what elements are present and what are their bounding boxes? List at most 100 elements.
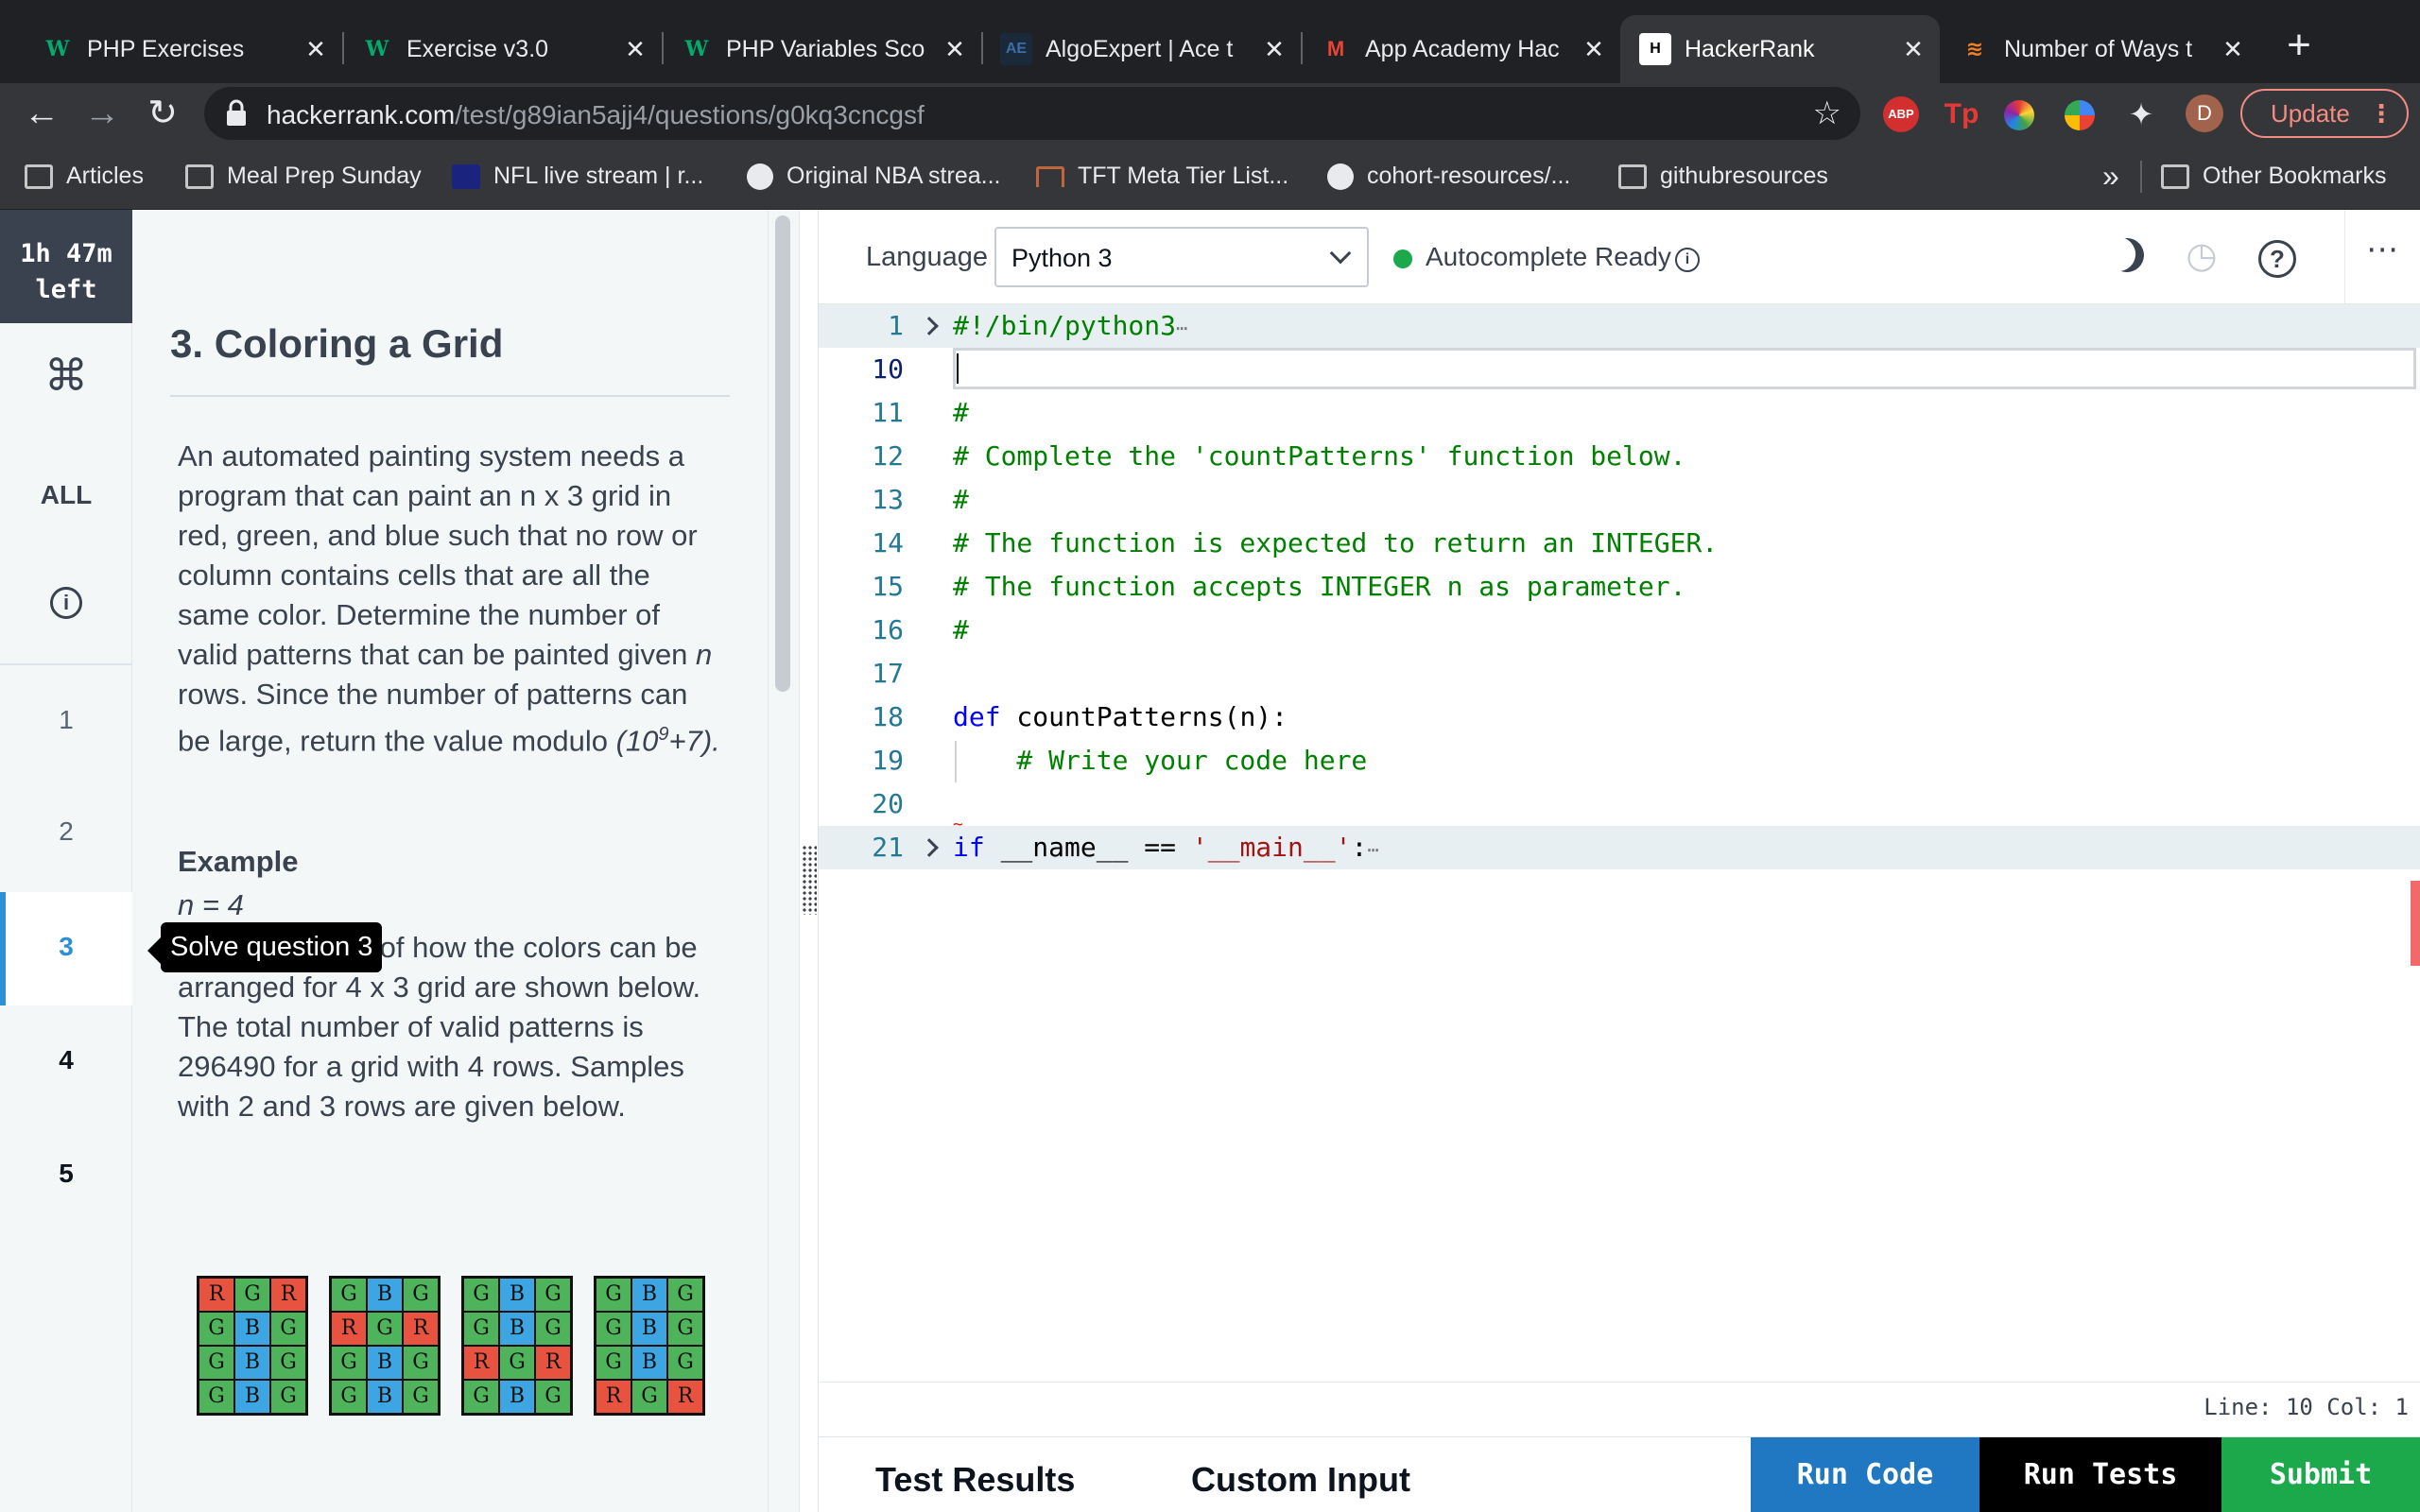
grid-cell: B bbox=[631, 1312, 667, 1346]
tab-custom-input[interactable]: Custom Input bbox=[1191, 1460, 1410, 1500]
bookmark-tft[interactable]: TFT Meta Tier List... bbox=[1036, 163, 1288, 190]
grid-cell: G bbox=[403, 1380, 439, 1414]
grid-cell: B bbox=[234, 1312, 270, 1346]
title-divider bbox=[170, 395, 730, 397]
more-options-button[interactable]: ⋯ bbox=[2344, 210, 2420, 304]
grid-cell: R bbox=[331, 1312, 367, 1346]
bookmark-nba[interactable]: Original NBA strea... bbox=[747, 163, 1000, 190]
bookmark-star-icon[interactable]: ☆ bbox=[1813, 94, 1841, 132]
puzzle-icon[interactable]: ✦ bbox=[2123, 96, 2159, 132]
address-bar[interactable]: hackerrank.com/test/g89ian5ajj4/question… bbox=[204, 87, 1860, 140]
bookmarks-overflow-icon[interactable]: » bbox=[2102, 159, 2119, 194]
tab-hackerrank[interactable]: H HackerRank ✕ bbox=[1620, 15, 1940, 83]
tab-title: AlgoExpert | Ace t bbox=[1046, 35, 1234, 62]
w3schools-icon: W bbox=[684, 37, 709, 61]
tab-algoexpert[interactable]: AE AlgoExpert | Ace t ✕ bbox=[981, 15, 1301, 83]
tab-number-of-ways[interactable]: ≋ Number of Ways t ✕ bbox=[1940, 15, 2259, 83]
reload-icon[interactable]: ↻ bbox=[138, 89, 187, 138]
adblock-icon[interactable]: ABP bbox=[1883, 96, 1919, 132]
grid-cell: G bbox=[331, 1346, 367, 1380]
info-icon[interactable]: i bbox=[1675, 248, 1700, 272]
tab-exercise[interactable]: W Exercise v3.0 ✕ bbox=[342, 15, 662, 83]
grid-cell: G bbox=[199, 1380, 234, 1414]
line-number: 12 bbox=[872, 440, 904, 472]
browser-toolbar: ← → ↻ hackerrank.com/test/g89ian5ajj4/qu… bbox=[0, 83, 2420, 144]
grid-cell: G bbox=[631, 1380, 667, 1414]
folder-icon bbox=[185, 163, 214, 189]
close-icon[interactable]: ✕ bbox=[942, 35, 968, 64]
line-number: 16 bbox=[872, 614, 904, 645]
question-link-1[interactable]: 1 bbox=[0, 705, 132, 735]
bookmark-githubresources[interactable]: githubresources bbox=[1618, 163, 1828, 190]
close-icon[interactable]: ✕ bbox=[622, 35, 648, 64]
scrollbar-thumb[interactable] bbox=[775, 215, 790, 692]
example-grid: GBGGBGRGRGBG bbox=[461, 1276, 573, 1416]
question-link-2[interactable]: 2 bbox=[0, 816, 132, 847]
folder-icon bbox=[25, 163, 53, 189]
close-icon[interactable]: ✕ bbox=[1900, 35, 1927, 64]
pane-splitter[interactable] bbox=[800, 210, 819, 1512]
grid-cell: B bbox=[499, 1380, 535, 1414]
grid-cell: G bbox=[667, 1346, 703, 1380]
grid-cell: R bbox=[667, 1380, 703, 1414]
timer-suffix: left bbox=[35, 275, 97, 304]
grid-cell: G bbox=[596, 1278, 631, 1312]
code-line: # bbox=[953, 614, 969, 645]
folded-ellipsis-icon[interactable]: ⋯ bbox=[1176, 317, 1187, 339]
color-wheel-icon[interactable] bbox=[2004, 100, 2034, 130]
code-editor[interactable]: 1 #!/bin/python3⋯ 10 11 # 12 # Complete … bbox=[819, 304, 2420, 1382]
current-line-highlight bbox=[953, 348, 2416, 389]
tab-php-exercises[interactable]: W PHP Exercises ✕ bbox=[23, 15, 342, 83]
help-icon[interactable]: ? bbox=[2256, 234, 2299, 278]
grid-cell: G bbox=[463, 1380, 499, 1414]
moon-icon[interactable] bbox=[2104, 234, 2148, 278]
question-link-3[interactable]: 3 bbox=[0, 932, 132, 962]
code-line: # Write your code here bbox=[953, 745, 1368, 776]
grid-cell: G bbox=[270, 1380, 306, 1414]
forward-arrow-icon[interactable]: → bbox=[78, 89, 127, 138]
run-code-button[interactable]: Run Code bbox=[1751, 1437, 1979, 1512]
nav-divider bbox=[0, 663, 132, 665]
bookmark-cohort[interactable]: cohort-resources/... bbox=[1327, 163, 1570, 190]
profile-avatar[interactable]: D bbox=[2186, 94, 2223, 132]
folder-icon bbox=[2161, 163, 2189, 189]
extension-grid-icon[interactable] bbox=[2065, 100, 2095, 130]
update-button[interactable]: Update ⋮ bbox=[2240, 89, 2409, 138]
run-tests-button[interactable]: Run Tests bbox=[1979, 1437, 2221, 1512]
history-icon[interactable]: ◷ bbox=[2180, 234, 2223, 278]
submit-button[interactable]: Submit bbox=[2221, 1437, 2420, 1512]
all-questions-link[interactable]: ALL bbox=[0, 480, 132, 510]
close-icon[interactable]: ✕ bbox=[302, 35, 329, 64]
grid-cell: G bbox=[199, 1346, 234, 1380]
command-icon[interactable]: ⌘ bbox=[0, 350, 132, 401]
language-select[interactable]: Python 3 bbox=[994, 227, 1369, 287]
question-link-5[interactable]: 5 bbox=[0, 1159, 132, 1189]
grid-cell: B bbox=[631, 1346, 667, 1380]
line-number: 13 bbox=[872, 484, 904, 515]
tooltip: Solve question 3 bbox=[147, 922, 383, 972]
tab-app-academy[interactable]: M App Academy Hac ✕ bbox=[1301, 15, 1620, 83]
info-icon[interactable]: i bbox=[0, 586, 132, 619]
close-icon[interactable]: ✕ bbox=[1581, 35, 1607, 64]
back-arrow-icon[interactable]: ← bbox=[17, 89, 66, 138]
grid-cell: R bbox=[463, 1346, 499, 1380]
grid-cell: G bbox=[596, 1312, 631, 1346]
bookmark-articles[interactable]: Articles bbox=[25, 163, 144, 190]
bookmark-nfl[interactable]: NFL live stream | r... bbox=[452, 163, 703, 190]
drag-handle-icon[interactable] bbox=[802, 845, 817, 915]
example-grids: RGRGBGGBGGBGGBGRGRGBGGBGGBGGBGRGRGBGGBGG… bbox=[197, 1276, 705, 1416]
editor-bottom-bar: Test Results Custom Input Run Code Run T… bbox=[819, 1436, 2420, 1512]
line-number: 11 bbox=[872, 397, 904, 428]
grid-cell: G bbox=[270, 1312, 306, 1346]
folded-ellipsis-icon[interactable]: ⋯ bbox=[1367, 838, 1378, 861]
tab-test-results[interactable]: Test Results bbox=[875, 1460, 1075, 1500]
tab-php-variables[interactable]: W PHP Variables Sco ✕ bbox=[662, 15, 981, 83]
tp-extension-icon[interactable]: Tp bbox=[1944, 96, 1979, 132]
question-link-4[interactable]: 4 bbox=[0, 1045, 132, 1075]
example-grid: GBGGBGGBGRGR bbox=[594, 1276, 705, 1416]
bookmark-other[interactable]: Other Bookmarks bbox=[2161, 163, 2387, 190]
close-icon[interactable]: ✕ bbox=[2220, 35, 2246, 64]
new-tab-button[interactable]: + bbox=[2273, 21, 2325, 74]
close-icon[interactable]: ✕ bbox=[1261, 35, 1288, 64]
bookmark-meal-prep[interactable]: Meal Prep Sunday bbox=[185, 163, 422, 190]
